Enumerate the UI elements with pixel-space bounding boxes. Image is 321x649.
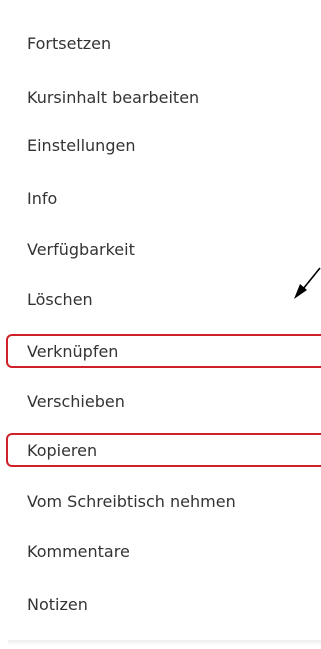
menu-item-vom-schreibtisch-nehmen[interactable]: Vom Schreibtisch nehmen: [27, 490, 236, 514]
menu-item-verschieben[interactable]: Verschieben: [27, 390, 125, 414]
menu-bottom-shadow: [8, 640, 321, 646]
menu-item-info[interactable]: Info: [27, 187, 57, 211]
context-menu: Fortsetzen Kursinhalt bearbeiten Einstel…: [0, 0, 321, 649]
menu-item-verknuepfen[interactable]: Verknüpfen: [27, 340, 118, 364]
menu-item-einstellungen[interactable]: Einstellungen: [27, 134, 135, 158]
menu-item-notizen[interactable]: Notizen: [27, 593, 88, 617]
menu-item-kursinhalt-bearbeiten[interactable]: Kursinhalt bearbeiten: [27, 86, 199, 110]
menu-item-fortsetzen[interactable]: Fortsetzen: [27, 32, 111, 56]
menu-item-verfuegbarkeit[interactable]: Verfügbarkeit: [27, 238, 135, 262]
menu-item-loeschen[interactable]: Löschen: [27, 288, 93, 312]
menu-item-kommentare[interactable]: Kommentare: [27, 540, 130, 564]
menu-item-kopieren[interactable]: Kopieren: [27, 439, 97, 463]
